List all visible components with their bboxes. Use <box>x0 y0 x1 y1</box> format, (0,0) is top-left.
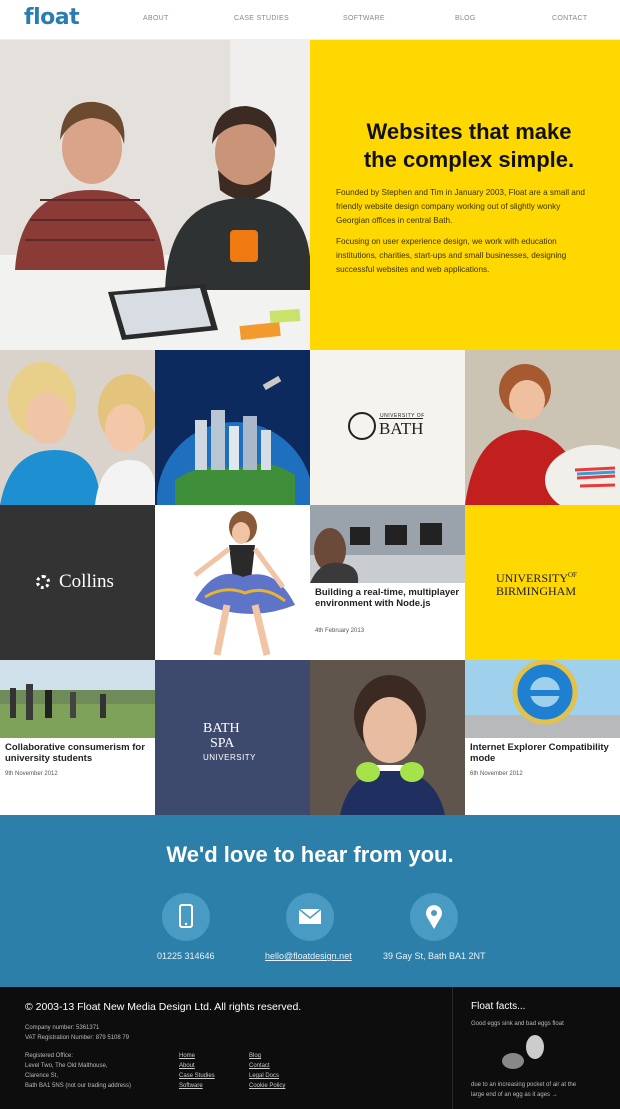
contact-section: We'd love to hear from you. 01225 314646… <box>0 815 620 987</box>
nav-case-studies[interactable]: CASE STUDIES <box>234 15 289 22</box>
hero-paragraph-founded: Founded by Stephen and Tim in January 20… <box>336 188 585 225</box>
location-pin-icon <box>426 905 442 929</box>
hero-photo-illustration <box>0 40 310 350</box>
hero-title-line-1: Websites that make <box>366 119 572 144</box>
globe-illustration <box>155 350 310 505</box>
nodejs-post-date: 4th February 2013 <box>315 628 365 634</box>
birmingham-logo-line-1: UNIVERSITY <box>496 571 568 585</box>
footer-divider <box>452 987 453 1109</box>
site-footer: © 2003-13 Float New Media Design Ltd. Al… <box>0 987 620 1109</box>
eggs-icon <box>502 1035 544 1069</box>
nav-contact[interactable]: CONTACT <box>552 15 587 22</box>
bathspa-logo-line-3: UNIVERSITY <box>203 753 257 762</box>
footer-link-case-studies[interactable]: Case Studies <box>179 1071 215 1081</box>
students-illustration <box>0 350 155 505</box>
birmingham-logo-line-2: BIRMINGHAM <box>496 584 577 598</box>
hero-intro-panel: Websites that make the complex simple. F… <box>310 40 620 350</box>
tile-students-photo[interactable] <box>0 350 155 505</box>
bathspa-logo-line-2: SPA <box>210 736 235 751</box>
float-facts-title: Float facts... <box>471 1001 526 1012</box>
headphones-portrait-illustration <box>310 660 465 815</box>
location-circle[interactable] <box>410 893 458 941</box>
tile-nodejs-post[interactable]: Building a real-time, multiplayer enviro… <box>310 505 465 660</box>
bath-logo-big-text: BATH <box>379 418 424 438</box>
hero-title: Websites that make the complex simple. <box>334 118 604 174</box>
float-facts-text-2: large end of an egg as it ages → <box>471 1092 558 1098</box>
contact-email-link[interactable]: hello@floatdesign.net <box>265 951 352 961</box>
nav-software[interactable]: SOFTWARE <box>343 15 385 22</box>
hero-photo <box>0 40 310 350</box>
float-facts-subtitle: Good eggs sink and bad eggs float <box>471 1021 564 1027</box>
footer-link-home[interactable]: Home <box>179 1051 195 1061</box>
contact-address: 39 Gay St, Bath BA1 2NT <box>383 951 486 961</box>
site-header: float ABOUT CASE STUDIES SOFTWARE BLOG C… <box>0 0 620 40</box>
tile-ie-post[interactable]: Internet Explorer Compatibility mode 6th… <box>465 660 620 815</box>
ie-sign-illustration <box>465 660 620 738</box>
footer-link-blog[interactable]: Blog <box>249 1051 261 1061</box>
computer-lab-illustration <box>310 505 465 583</box>
dancer-illustration <box>155 505 310 660</box>
tile-collins[interactable]: Collins <box>0 505 155 660</box>
tile-bath-spa-university[interactable]: BATH SPA UNIVERSITY <box>155 660 310 815</box>
footer-link-legal-docs[interactable]: Legal Docs <box>249 1071 279 1081</box>
phone-icon <box>179 904 193 928</box>
child-painting-illustration <box>465 350 620 505</box>
registered-office-line-3: Bath BA1 5NS (not our trading address) <box>25 1083 132 1089</box>
hero-paragraph-focus: Focusing on user experience design, we w… <box>336 237 567 274</box>
registered-office-line-2: Clarence St, <box>25 1073 59 1079</box>
nav-about[interactable]: ABOUT <box>143 15 169 22</box>
nav-blog[interactable]: BLOG <box>455 15 476 22</box>
footer-link-cookie-policy[interactable]: Cookie Policy <box>249 1081 285 1091</box>
registered-office-line-1: Level Two, The Old Malthouse, <box>25 1063 108 1069</box>
mail-icon <box>298 908 322 924</box>
campus-crowd-illustration <box>0 660 155 738</box>
footer-link-about[interactable]: About <box>179 1061 195 1071</box>
tile-headphones-portrait[interactable] <box>310 660 465 815</box>
vat-number: VAT Registration Number: 879 5108 79 <box>25 1035 130 1041</box>
tile-child-painting[interactable] <box>465 350 620 505</box>
tile-university-of-bath[interactable]: UNIVERSITY OF BATH <box>310 350 465 505</box>
footer-link-contact[interactable]: Contact <box>249 1061 270 1071</box>
registered-office-label: Registered Office: <box>25 1053 73 1059</box>
contact-heading: We'd love to hear from you. <box>166 842 454 867</box>
collins-logo-text: Collins <box>59 571 114 592</box>
tile-dancer-photo[interactable] <box>155 505 310 660</box>
ie-post-date: 6th November 2012 <box>470 771 523 777</box>
footer-link-software[interactable]: Software <box>179 1081 203 1091</box>
phone-circle[interactable] <box>162 893 210 941</box>
bathspa-logo-line-1: BATH <box>203 721 240 736</box>
float-facts-text-1: due to an increasing pocket of air at th… <box>471 1082 577 1088</box>
tile-globe-city[interactable] <box>155 350 310 505</box>
tile-consumerism-post[interactable]: Collaborative consumerism for university… <box>0 660 155 815</box>
bath-crest-icon <box>348 412 376 440</box>
consumerism-post-date: 9th November 2012 <box>5 771 58 777</box>
tile-university-of-birmingham[interactable]: UNIVERSITYOF BIRMINGHAM <box>465 505 620 660</box>
company-number: Company number: 5361371 <box>25 1025 100 1031</box>
birmingham-logo-of: OF <box>568 571 577 579</box>
hero-title-line-2: the complex simple. <box>363 147 575 172</box>
float-logo[interactable]: float <box>24 5 80 30</box>
consumerism-post-title[interactable]: Collaborative consumerism for university… <box>5 742 150 764</box>
nodejs-post-title[interactable]: Building a real-time, multiplayer enviro… <box>315 587 460 609</box>
mail-circle[interactable] <box>286 893 334 941</box>
ie-post-title[interactable]: Internet Explorer Compatibility mode <box>470 742 615 764</box>
copyright-text: © 2003-13 Float New Media Design Ltd. Al… <box>25 1001 302 1013</box>
collins-logo-icon <box>36 575 50 589</box>
contact-phone[interactable]: 01225 314646 <box>157 951 215 961</box>
